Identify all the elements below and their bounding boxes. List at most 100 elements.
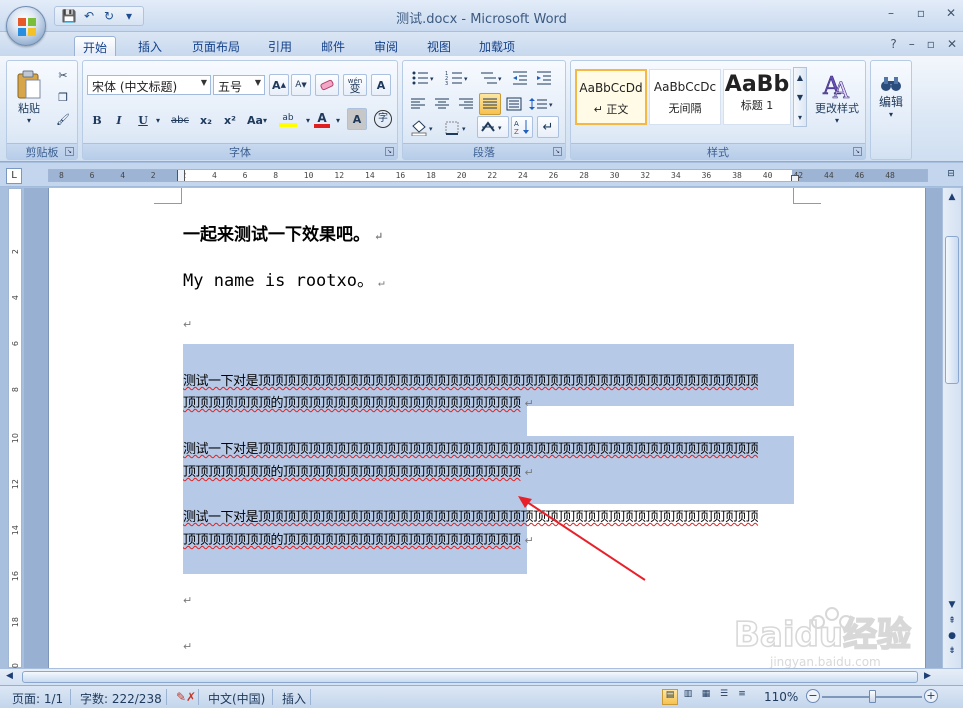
justify-button[interactable] bbox=[479, 93, 501, 115]
view-ruler-icon[interactable]: ⊟ bbox=[944, 169, 958, 183]
font-color-button[interactable]: A bbox=[311, 109, 333, 131]
close-button[interactable]: ✕ bbox=[943, 6, 959, 20]
clipboard-launcher-icon[interactable]: ↘ bbox=[65, 147, 74, 156]
scroll-up-icon[interactable]: ▲ bbox=[943, 188, 961, 206]
proofing-error-icon[interactable]: ✎✗ bbox=[176, 690, 196, 704]
subscript-button[interactable]: x₂ bbox=[195, 109, 217, 131]
ruler-strip[interactable]: 8642246810121416182022242628303234363840… bbox=[48, 169, 928, 182]
show-hide-marks-button[interactable]: ↵ bbox=[537, 116, 559, 138]
zoom-level[interactable]: 110% bbox=[764, 690, 798, 704]
bullets-button[interactable]: ▾ bbox=[407, 67, 439, 89]
tab-insert[interactable]: 插入 bbox=[130, 36, 170, 56]
distributed-button[interactable] bbox=[503, 93, 525, 115]
editing-button[interactable]: 编辑 ▾ bbox=[873, 65, 909, 129]
draft-view-icon[interactable]: ≡ bbox=[734, 689, 750, 705]
numbering-button[interactable]: 1 2 3 ▾ bbox=[441, 67, 473, 89]
clear-formatting-button[interactable] bbox=[315, 74, 339, 96]
doc-restore-button[interactable]: ▫ bbox=[927, 37, 935, 51]
next-page-icon[interactable]: ⇟ bbox=[943, 646, 961, 656]
highlight-button[interactable]: ab bbox=[273, 109, 303, 131]
font-size-combo[interactable]: 五号 ▼ bbox=[213, 75, 265, 95]
bold-button[interactable]: B bbox=[87, 109, 107, 131]
character-shading-button[interactable]: A bbox=[347, 108, 367, 130]
shrink-font-button[interactable]: A ▼ bbox=[291, 74, 311, 96]
help-icon[interactable]: ? bbox=[890, 37, 896, 51]
superscript-button[interactable]: x² bbox=[219, 109, 241, 131]
scroll-down-icon[interactable]: ▼ bbox=[943, 600, 961, 610]
underline-button[interactable]: U bbox=[133, 109, 153, 131]
style-normal-name: ↵ 正文 bbox=[593, 103, 629, 116]
language-status[interactable]: 中文(中国) bbox=[208, 690, 265, 707]
cut-icon[interactable]: ✂ bbox=[53, 65, 73, 85]
select-browse-object-icon[interactable]: ● bbox=[943, 631, 961, 641]
indent-marker-icon[interactable] bbox=[177, 170, 185, 181]
strikethrough-button[interactable]: abc bbox=[167, 109, 193, 131]
doc-close-button[interactable]: ✕ bbox=[947, 37, 957, 51]
full-screen-reading-view-icon[interactable]: ▥ bbox=[680, 689, 696, 705]
tab-selector-icon[interactable]: L bbox=[6, 168, 22, 184]
tab-references[interactable]: 引用 bbox=[260, 36, 300, 56]
zoom-slider-knob[interactable] bbox=[869, 690, 876, 703]
font-name-combo[interactable]: 宋体 (中文标题) ▼ bbox=[87, 75, 211, 95]
insert-mode-status[interactable]: 插入 bbox=[282, 690, 306, 707]
borders-button[interactable]: ▾ bbox=[441, 117, 473, 139]
sort-button[interactable]: AZ bbox=[511, 116, 533, 138]
zoom-in-icon[interactable]: + bbox=[924, 689, 938, 703]
vertical-scroll-thumb[interactable] bbox=[945, 236, 959, 384]
align-center-button[interactable] bbox=[431, 93, 453, 115]
tab-review[interactable]: 审阅 bbox=[366, 36, 406, 56]
phonetic-guide-button[interactable]: wén 变 bbox=[343, 74, 367, 96]
tab-page-layout[interactable]: 页面布局 bbox=[184, 36, 248, 56]
minimize-button[interactable]: – bbox=[883, 6, 899, 20]
line-spacing-button[interactable]: ▾ bbox=[527, 93, 557, 115]
paragraph-launcher-icon[interactable]: ↘ bbox=[553, 147, 562, 156]
font-size-value: 五号 bbox=[218, 80, 243, 94]
tab-home[interactable]: 开始 bbox=[74, 36, 117, 56]
italic-button[interactable]: I bbox=[109, 109, 129, 131]
style-normal[interactable]: AaBbCcDd ↵ 正文 bbox=[575, 69, 647, 125]
scroll-left-icon[interactable]: ◀ bbox=[6, 671, 13, 681]
web-layout-view-icon[interactable]: ▦ bbox=[698, 689, 714, 705]
paste-button[interactable]: 粘贴 ▾ bbox=[11, 65, 47, 129]
previous-page-icon[interactable]: ⇞ bbox=[943, 616, 961, 626]
style-no-spacing[interactable]: AaBbCcDc 无间隔 bbox=[649, 69, 721, 125]
copy-icon[interactable]: ❐ bbox=[53, 87, 73, 107]
document-page[interactable]: 一起来测试一下效果吧。 ↵ My name is rootxo。 ↵ ↵ 测试一下对… bbox=[48, 188, 926, 668]
ruler-tick-label: 2 bbox=[150, 171, 156, 180]
grow-font-button[interactable]: A ▲ bbox=[269, 74, 289, 96]
tab-add-ins[interactable]: 加载项 bbox=[471, 36, 523, 56]
tab-view[interactable]: 视图 bbox=[419, 36, 459, 56]
change-case-button[interactable]: Aa ▾ bbox=[243, 109, 271, 131]
zoom-out-icon[interactable]: − bbox=[806, 689, 820, 703]
maximize-button[interactable]: ▫ bbox=[913, 6, 929, 20]
outline-view-icon[interactable]: ☰ bbox=[716, 689, 732, 705]
character-border-button[interactable]: A bbox=[371, 74, 391, 96]
page-count[interactable]: 页面: 1/1 bbox=[12, 690, 63, 707]
underline-dropdown-icon[interactable]: ▾ bbox=[153, 109, 163, 131]
horizontal-scroll-thumb[interactable] bbox=[22, 671, 918, 683]
doc-minimize-button[interactable]: – bbox=[909, 37, 915, 51]
word-count[interactable]: 字数: 222/238 bbox=[80, 690, 162, 707]
decrease-indent-button[interactable] bbox=[509, 67, 531, 89]
format-painter-icon[interactable]: 🖌 bbox=[53, 109, 73, 129]
print-layout-view-icon[interactable]: ▤ bbox=[662, 689, 678, 705]
vertical-scrollbar[interactable]: ▲ ▼ ⇞ ● ⇟ bbox=[942, 188, 961, 668]
shading-button[interactable]: ▾ bbox=[407, 117, 439, 139]
tab-mailings[interactable]: 邮件 bbox=[313, 36, 353, 56]
horizontal-scrollbar[interactable]: ◀ ▶ bbox=[0, 668, 963, 685]
change-styles-button[interactable]: A A 更改样式 ▾ bbox=[811, 65, 863, 129]
office-button[interactable] bbox=[6, 6, 46, 46]
style-heading-1[interactable]: AaBb 标题 1 bbox=[723, 69, 791, 125]
font-color-dropdown-icon[interactable]: ▾ bbox=[333, 109, 343, 131]
enclose-characters-button[interactable]: 字 bbox=[373, 108, 393, 130]
increase-indent-button[interactable] bbox=[533, 67, 555, 89]
align-right-button[interactable] bbox=[455, 93, 477, 115]
font-launcher-icon[interactable]: ↘ bbox=[385, 147, 394, 156]
asian-layout-button[interactable]: ▾ bbox=[477, 116, 509, 138]
right-indent-marker-icon[interactable] bbox=[791, 175, 799, 181]
multilevel-list-button[interactable]: ▾ bbox=[475, 67, 507, 89]
align-left-button[interactable] bbox=[407, 93, 429, 115]
styles-launcher-icon[interactable]: ↘ bbox=[853, 147, 862, 156]
styles-gallery-scroll[interactable]: ▲ ▼ ▾ bbox=[793, 67, 807, 127]
scroll-right-icon[interactable]: ▶ bbox=[924, 671, 931, 681]
